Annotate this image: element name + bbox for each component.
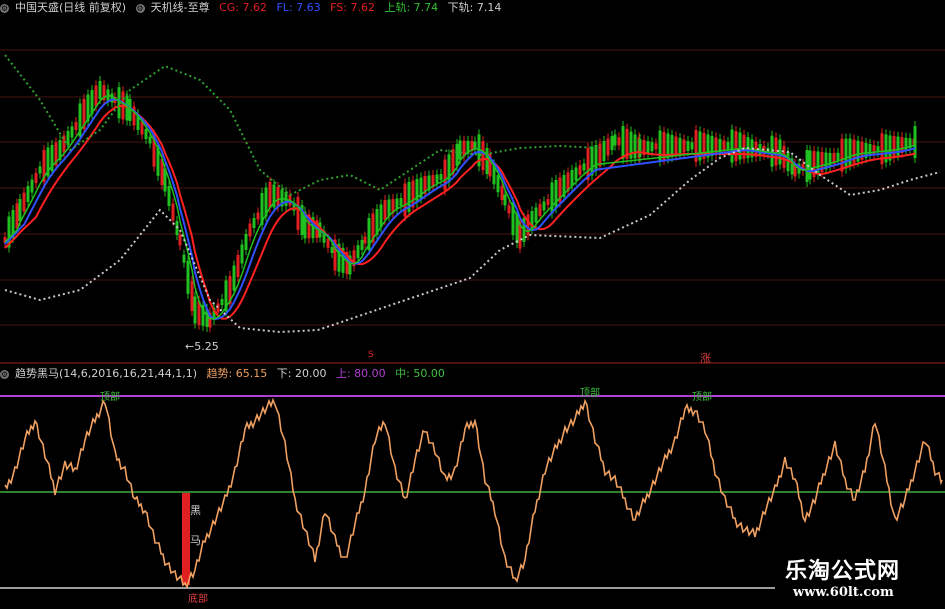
settings-icon[interactable]: ⚙: [0, 3, 9, 13]
fs-value: FS: 7.62: [330, 1, 375, 14]
oscillator-title: 趋势黑马(14,6,2016,16,21,44,1,1): [15, 367, 198, 380]
bottom-mark: 底部: [188, 594, 208, 605]
symbol-title: 中国天盛(日线 前复权): [15, 1, 127, 14]
black-horse-bar: [182, 493, 190, 585]
bottom-panel-header: ⚙ 趋势黑马(14,6,2016,16,21,44,1,1) 趋势: 65.15 …: [0, 366, 451, 382]
watermark: 乐淘公式网 www.60lt.com: [775, 549, 945, 609]
top-panel-header: ⚙ 中国天盛(日线 前复权) ⚙ 天机线-至尊 CG: 7.62 FL: 7.63 …: [0, 0, 507, 16]
up-level-value: 上: 80.00: [335, 367, 386, 380]
watermark-url: www.60lt.com: [793, 585, 894, 600]
watermark-title: 乐淘公式网: [785, 558, 901, 584]
upper-band-value: 上轨: 7.74: [384, 1, 439, 14]
top-grid: [0, 49, 945, 326]
lower-band-dotted: [4, 146, 941, 334]
black-horse-char: 马: [190, 534, 201, 547]
top-mark: 顶部: [580, 388, 600, 399]
fl-value: FL: 7.63: [276, 1, 321, 14]
low-price-marker: ←5.25: [185, 340, 219, 353]
lower-band-value: 下轨: 7.14: [447, 1, 502, 14]
settings-icon[interactable]: ⚙: [0, 369, 9, 379]
upper-band-dotted: [4, 54, 601, 197]
trend-value: 趋势: 65.15: [206, 367, 268, 380]
chart-canvas[interactable]: [0, 0, 945, 609]
indicator-title: 天机线-至尊: [150, 1, 210, 14]
mid-level-value: 中: 50.00: [395, 367, 445, 380]
signal-mark-zhang: 涨: [700, 352, 711, 365]
candlestick-series: [3, 76, 917, 333]
black-horse-char: 黑: [190, 504, 201, 517]
cg-value: CG: 7.62: [219, 1, 267, 14]
down-level-value: 下: 20.00: [276, 367, 327, 380]
top-mark: 顶部: [100, 392, 120, 403]
top-mark: 顶部: [692, 392, 712, 403]
signal-mark-s: S: [368, 350, 374, 360]
settings-icon[interactable]: ⚙: [135, 3, 145, 13]
